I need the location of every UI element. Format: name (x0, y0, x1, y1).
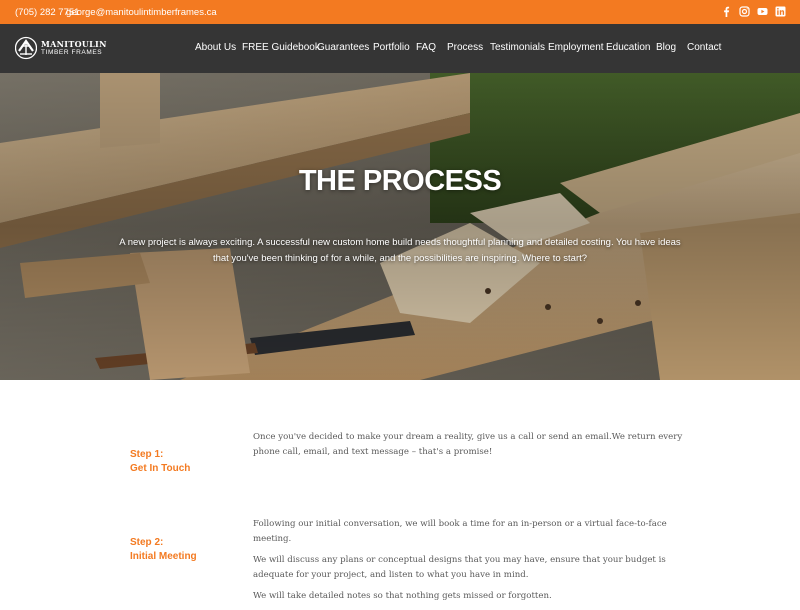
nav-item-guarantees[interactable]: Guarantees (317, 42, 369, 53)
step-1-title: Get In Touch (130, 462, 191, 474)
step-2-heading: Step 2: Initial Meeting (130, 536, 197, 563)
step-2-title: Initial Meeting (130, 550, 197, 562)
nav-item-faq[interactable]: FAQ (416, 42, 436, 53)
hero-intro-text: A new project is always exciting. A succ… (119, 237, 681, 264)
main-navbar: MANITOULIN TIMBER FRAMES About Us FREE G… (0, 24, 800, 73)
email-link[interactable]: george@manitoulintimberframes.ca (66, 7, 217, 18)
nav-item-portfolio[interactable]: Portfolio (373, 42, 410, 53)
brand-name: MANITOULIN (41, 39, 107, 49)
step-1-number: Step 1: (130, 449, 164, 460)
nav-item-employment[interactable]: Employment (548, 42, 604, 53)
social-links (721, 6, 786, 17)
hero-background-image (0, 73, 800, 380)
site-logo[interactable]: MANITOULIN TIMBER FRAMES (15, 35, 106, 63)
top-contact-bar: (705) 282 7751 george@manitoulintimberfr… (0, 0, 800, 24)
page-title: THE PROCESS (298, 165, 502, 197)
nav-item-blog[interactable]: Blog (656, 42, 676, 53)
facebook-icon[interactable] (721, 6, 732, 17)
timber-frame-logo-icon (15, 36, 37, 60)
step-2-paragraph: We will discuss any plans or conceptual … (253, 555, 666, 580)
step-2-paragraph: We will take detailed notes so that noth… (253, 591, 552, 601)
instagram-icon[interactable] (739, 6, 750, 17)
hero-banner: THE PROCESS A new project is always exci… (0, 73, 800, 380)
nav-item-contact[interactable]: Contact (687, 42, 721, 53)
step-2-body: Following our initial conversation, we w… (253, 517, 693, 610)
step-1-paragraph: Once you've decided to make your dream a… (253, 432, 683, 457)
nav-item-free-guidebook[interactable]: FREE Guidebook (242, 42, 320, 53)
step-1-heading: Step 1: Get In Touch (130, 448, 190, 475)
youtube-icon[interactable] (757, 6, 768, 17)
brand-subtitle: TIMBER FRAMES (41, 49, 103, 56)
nav-item-about-us[interactable]: About Us (195, 42, 236, 53)
step-2-number: Step 2: (130, 537, 164, 548)
nav-item-testimonials[interactable]: Testimonials (490, 42, 545, 53)
nav-item-education[interactable]: Education (606, 42, 650, 53)
nav-item-process[interactable]: Process (447, 42, 483, 53)
step-1-body: Once you've decided to make your dream a… (253, 430, 693, 466)
linkedin-icon[interactable] (775, 6, 786, 17)
step-2-paragraph: Following our initial conversation, we w… (253, 519, 667, 544)
